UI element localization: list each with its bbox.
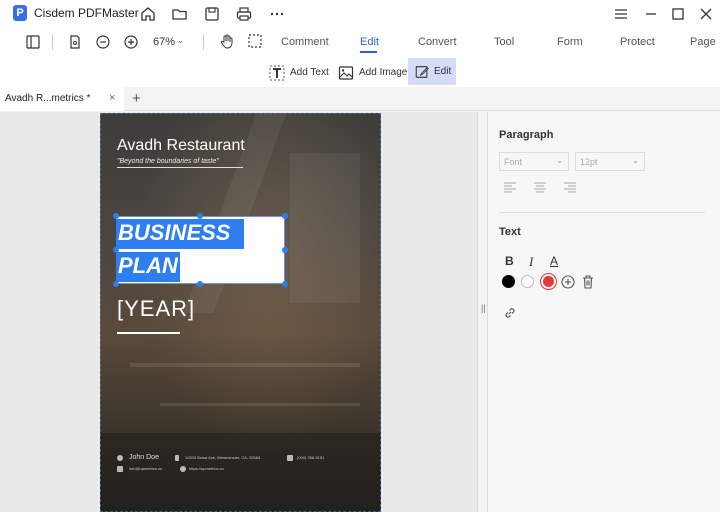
close-tab-icon[interactable]: × bbox=[109, 92, 115, 104]
color-swatch-white[interactable] bbox=[521, 275, 534, 288]
bold-button[interactable]: B bbox=[505, 254, 514, 268]
tab-protect[interactable]: Protect bbox=[620, 36, 655, 48]
maximize-icon[interactable] bbox=[669, 5, 687, 23]
chevron-down-icon[interactable]: ⌄ bbox=[177, 36, 184, 45]
paragraph-section-title: Paragraph bbox=[499, 129, 554, 141]
new-tab-button[interactable]: + bbox=[132, 90, 141, 107]
resize-handle[interactable] bbox=[113, 247, 119, 253]
edit-pencil-icon bbox=[414, 64, 430, 80]
minimize-icon[interactable] bbox=[642, 5, 660, 23]
add-image-label: Add Image bbox=[359, 67, 408, 78]
edit-button[interactable]: Edit bbox=[408, 58, 456, 85]
align-center-icon[interactable] bbox=[533, 181, 547, 195]
tab-comment[interactable]: Comment bbox=[281, 36, 329, 48]
panel-divider bbox=[499, 212, 705, 213]
link-icon[interactable] bbox=[503, 306, 517, 320]
align-left-icon[interactable] bbox=[503, 181, 517, 195]
add-color-icon[interactable] bbox=[561, 275, 575, 289]
font-size-dropdown[interactable]: 12pt ⌄ bbox=[575, 152, 645, 171]
tab-tool[interactable]: Tool bbox=[494, 36, 514, 48]
contact-phone[interactable]: (000) 356-5151 bbox=[297, 455, 324, 460]
resize-handle[interactable] bbox=[113, 213, 119, 219]
italic-button[interactable]: I bbox=[529, 254, 533, 270]
page-fit-icon[interactable] bbox=[66, 33, 84, 51]
chevron-down-icon: ⌄ bbox=[556, 156, 563, 165]
year-text[interactable]: [YEAR] bbox=[117, 296, 195, 322]
more-options-icon[interactable] bbox=[268, 5, 286, 23]
add-image-button[interactable]: Add Image bbox=[331, 59, 413, 86]
add-text-button[interactable]: Add Text bbox=[262, 59, 335, 86]
heading-line-plan[interactable]: PLAN bbox=[116, 252, 180, 282]
properties-panel bbox=[488, 112, 720, 512]
restaurant-name[interactable]: Avadh Restaurant bbox=[117, 137, 245, 155]
zoom-out-icon[interactable] bbox=[94, 33, 112, 51]
sidebar-toggle-icon[interactable] bbox=[24, 33, 42, 51]
color-swatch-red[interactable] bbox=[543, 276, 554, 287]
contact-address[interactable]: 10200 Bolsa Ave, Westminster, CA, 92683 bbox=[185, 455, 260, 460]
save-icon[interactable] bbox=[203, 5, 221, 23]
app-title: Cisdem PDFMaster bbox=[34, 6, 139, 20]
open-folder-icon[interactable] bbox=[171, 5, 189, 23]
resize-handle[interactable] bbox=[197, 213, 203, 219]
add-image-icon bbox=[337, 64, 355, 82]
zoom-in-icon[interactable] bbox=[122, 33, 140, 51]
tab-convert[interactable]: Convert bbox=[418, 36, 457, 48]
chevron-down-icon: ⌄ bbox=[632, 156, 639, 165]
tagline-underline bbox=[117, 167, 243, 168]
tab-edit[interactable]: Edit bbox=[360, 36, 379, 48]
person-icon bbox=[117, 455, 123, 461]
toolbar-divider bbox=[203, 34, 204, 50]
resize-handle[interactable] bbox=[197, 281, 203, 287]
globe-icon bbox=[180, 466, 186, 472]
menu-icon[interactable] bbox=[612, 5, 630, 23]
tab-form[interactable]: Form bbox=[557, 36, 583, 48]
year-underline bbox=[117, 332, 180, 334]
edit-label: Edit bbox=[434, 66, 452, 77]
heading-line-business[interactable]: BUSINESS bbox=[116, 219, 244, 249]
font-dropdown-value: Font bbox=[504, 157, 523, 167]
text-section-title: Text bbox=[499, 226, 521, 238]
toolbar-divider bbox=[52, 34, 53, 50]
contact-email[interactable]: info@upmetrics.co bbox=[129, 466, 162, 471]
document-tab-bar: Avadh R...metrics * × + bbox=[0, 87, 720, 111]
resize-handle[interactable] bbox=[113, 281, 119, 287]
close-window-icon[interactable] bbox=[697, 5, 715, 23]
active-tab-indicator bbox=[360, 51, 377, 53]
font-size-value: 12pt bbox=[580, 157, 598, 167]
contact-website[interactable]: https://upmetrics.co bbox=[189, 466, 224, 471]
trash-icon[interactable] bbox=[581, 274, 595, 289]
marquee-select-icon[interactable] bbox=[246, 32, 264, 50]
phone-icon bbox=[287, 455, 293, 461]
document-tab[interactable]: Avadh R...metrics * × bbox=[0, 87, 124, 111]
resize-handle[interactable] bbox=[282, 281, 288, 287]
tagline[interactable]: "Beyond the boundaries of taste" bbox=[117, 158, 219, 165]
add-text-label: Add Text bbox=[290, 67, 329, 78]
document-tab-label: Avadh R...metrics * bbox=[5, 93, 91, 104]
resize-handle[interactable] bbox=[282, 213, 288, 219]
add-text-icon bbox=[268, 64, 286, 82]
zoom-level-dropdown[interactable]: 67% bbox=[153, 36, 175, 48]
location-icon bbox=[175, 455, 179, 461]
align-right-icon[interactable] bbox=[563, 181, 577, 195]
home-icon[interactable] bbox=[139, 5, 157, 23]
splitter-grip-icon[interactable]: || bbox=[481, 303, 486, 313]
app-logo: P bbox=[13, 5, 27, 21]
hand-tool-icon[interactable] bbox=[218, 32, 236, 50]
tab-page[interactable]: Page bbox=[690, 36, 716, 48]
color-swatch-black[interactable] bbox=[502, 275, 515, 288]
print-icon[interactable] bbox=[235, 5, 253, 23]
email-icon bbox=[117, 466, 123, 472]
resize-handle[interactable] bbox=[282, 247, 288, 253]
contact-name[interactable]: John Doe bbox=[129, 454, 159, 461]
font-dropdown[interactable]: Font ⌄ bbox=[499, 152, 569, 171]
text-color-button[interactable]: A bbox=[550, 254, 558, 268]
